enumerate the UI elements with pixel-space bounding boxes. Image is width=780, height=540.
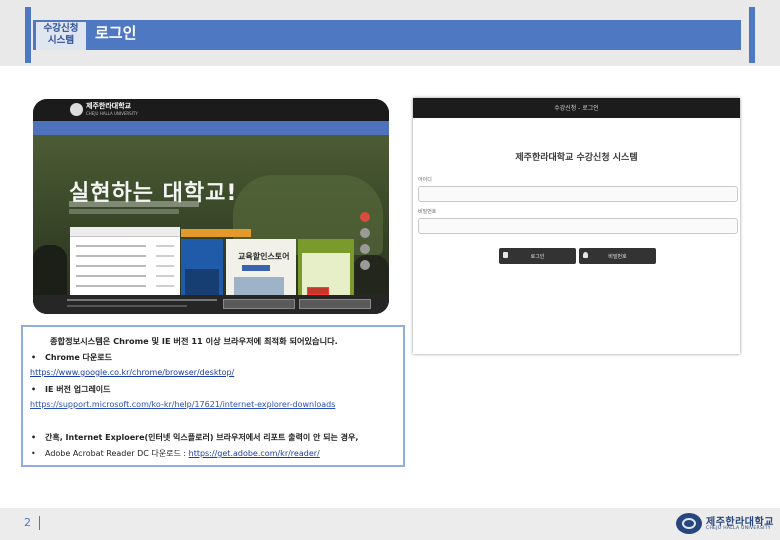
page-number: 2 [24, 516, 31, 529]
notice-line [76, 245, 146, 247]
quick-icon [360, 228, 370, 238]
website-hero: 실현하는 대학교! 교육할인스토어 [33, 135, 389, 314]
notice-date [156, 265, 174, 267]
university-emblem-icon [676, 513, 702, 534]
university-emblem-icon [70, 103, 83, 116]
info-heading: 종합정보시스템은 Chrome 및 IE 버전 11 이상 브라우저에 최적화 … [50, 336, 338, 346]
login-window-bar: 수강신청 - 로그인 [413, 98, 740, 118]
promo-card-store: 교육할인스토어 [226, 239, 296, 301]
section-label-line2: 시스템 [47, 35, 75, 46]
header-left-accent [25, 7, 31, 63]
promo-card-image [185, 269, 219, 295]
quick-icon [360, 260, 370, 270]
notice-date [156, 245, 174, 247]
notice-line [76, 265, 146, 267]
ie-upgrade-label: IE 버전 업그레이드 [45, 385, 111, 394]
quick-icon [360, 244, 370, 254]
login-window-title: 수강신청 - 로그인 [554, 105, 599, 112]
footer-select [299, 299, 371, 309]
store-card-button [242, 265, 270, 271]
browser-info-box: 종합정보시스템은 Chrome 및 IE 버전 11 이상 브라우저에 최적화 … [21, 325, 405, 467]
ie-note-item: • 간혹, Internet Exploere(인터넷 익스플로러) 브라우저에서… [31, 432, 358, 443]
header-title-bar [33, 20, 741, 50]
password-input[interactable] [418, 218, 738, 234]
ie-note-text: 간혹, Internet Exploere(인터넷 익스플로러) 브라우저에서 … [45, 433, 359, 442]
password-label: 비밀번호 [418, 209, 437, 215]
highlighted-button [307, 287, 329, 295]
notice-tabs [70, 227, 180, 237]
login-page-screenshot: 수강신청 - 로그인 제주한라대학교 수강신청 시스템 아이디 비밀번호 로그인… [413, 98, 740, 354]
notice-strip [181, 229, 251, 237]
chrome-download-item: • Chrome 다운로드 [31, 352, 112, 363]
page-title: 로그인 [95, 24, 137, 42]
password-change-button[interactable]: 비밀번호 [579, 248, 656, 264]
ie-upgrade-item: • IE 버전 업그레이드 [31, 384, 111, 395]
notice-line [76, 285, 146, 287]
website-topbar: 제주한라대학교 CHEJU HALLA UNIVERSITY [33, 99, 389, 121]
promo-card-green [298, 239, 354, 301]
bullet: • [31, 449, 36, 458]
website-footer [33, 295, 389, 314]
bullet: • [31, 353, 37, 362]
notice-panel [70, 227, 180, 305]
slide-footer [0, 508, 780, 540]
notice-date [156, 255, 174, 257]
header-right-accent [749, 7, 755, 63]
website-logo-en: CHEJU HALLA UNIVERSITY [86, 111, 138, 116]
notice-line [76, 275, 146, 277]
page-number-divider [39, 516, 40, 530]
university-website-screenshot: 제주한라대학교 CHEJU HALLA UNIVERSITY 실현하는 대학교! [33, 99, 389, 314]
footer-select [223, 299, 295, 309]
password-change-label: 비밀번호 [608, 254, 627, 260]
login-system-title: 제주한라대학교 수강신청 시스템 [515, 153, 638, 163]
adobe-download-item: • Adobe Acrobat Reader DC 다운로드 : https://… [31, 448, 320, 459]
adobe-download-link[interactable]: https://get.adobe.com/kr/reader/ [189, 449, 320, 458]
section-label: 수강신청 시스템 [36, 22, 86, 50]
home-icon [360, 212, 370, 222]
login-button-label: 로그인 [530, 254, 545, 260]
hero-subtext [69, 201, 199, 207]
quick-menu [358, 209, 372, 309]
notice-date [156, 275, 174, 277]
store-card-title: 교육할인스토어 [238, 252, 290, 261]
bullet: • [31, 385, 37, 394]
chrome-download-link[interactable]: https://www.google.co.kr/chrome/browser/… [30, 368, 234, 377]
footer-line [67, 299, 217, 301]
promo-card-blue [181, 239, 223, 301]
notice-line [76, 255, 146, 257]
notice-date [156, 285, 174, 287]
footer-logo-english: CHEJU HALLA UNIVERSITY [706, 526, 771, 531]
chrome-download-label: Chrome 다운로드 [45, 353, 112, 362]
id-input[interactable] [418, 186, 738, 202]
section-label-line1: 수강신청 [43, 23, 79, 34]
website-logo: 제주한라대학교 [86, 102, 132, 110]
website-nav [33, 121, 389, 135]
login-button[interactable]: 로그인 [499, 248, 576, 264]
hero-subtext [69, 209, 179, 214]
bullet: • [31, 433, 37, 442]
ie-download-link[interactable]: https://support.microsoft.com/ko-kr/help… [30, 400, 335, 409]
footer-line [67, 305, 187, 307]
adobe-download-label: Adobe Acrobat Reader DC 다운로드 : [45, 449, 189, 458]
id-label: 아이디 [418, 177, 432, 183]
store-card-image [234, 277, 284, 297]
